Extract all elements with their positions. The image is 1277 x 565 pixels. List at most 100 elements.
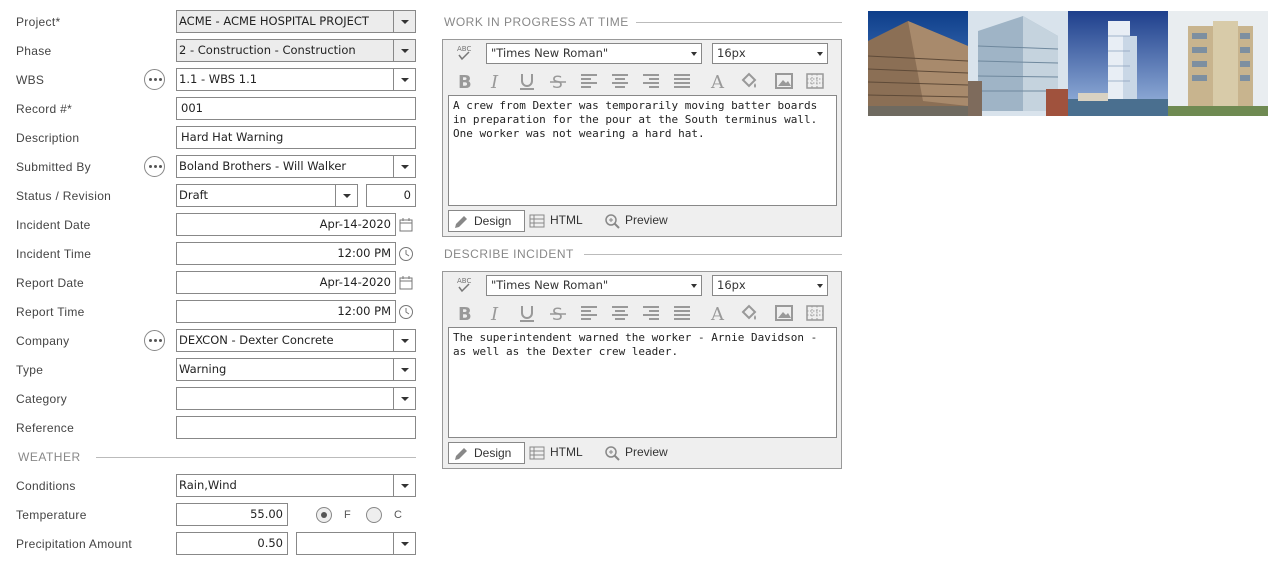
underline-icon[interactable] (517, 71, 537, 91)
chevron-down-icon[interactable] (393, 359, 415, 380)
chevron-down-icon[interactable] (335, 185, 357, 206)
report-date-label: Report Date (16, 276, 84, 290)
zoom-icon (605, 214, 620, 229)
celsius-radio[interactable] (366, 507, 382, 523)
clock-icon[interactable] (398, 246, 414, 262)
weather-divider (96, 457, 416, 458)
align-right-icon[interactable] (641, 303, 661, 323)
project-select[interactable]: ACME - ACME HOSPITAL PROJECT (176, 10, 416, 33)
description-input[interactable]: Hard Hat Warning (176, 126, 416, 149)
font-family-select[interactable]: "Times New Roman" (486, 275, 702, 296)
submitted-by-label: Submitted By (16, 160, 91, 174)
align-right-icon[interactable] (641, 71, 661, 91)
work-in-progress-text[interactable]: A crew from Dexter was temporarily movin… (448, 95, 837, 206)
justify-icon[interactable] (672, 71, 692, 91)
fill-color-icon[interactable] (739, 303, 759, 323)
calendar-icon[interactable] (398, 275, 414, 291)
work-in-progress-divider (636, 22, 842, 23)
incident-time-input[interactable]: 12:00 PM (176, 242, 396, 265)
design-tab[interactable]: Design (448, 442, 525, 464)
incident-date-label: Incident Date (16, 218, 91, 232)
work-in-progress-title: WORK IN PROGRESS AT TIME (444, 15, 629, 29)
conditions-value: Rain,Wind (179, 478, 237, 492)
building-photo-4 (1168, 11, 1268, 116)
building-photo-3 (1068, 11, 1168, 116)
chevron-down-icon[interactable] (393, 533, 415, 554)
design-tab[interactable]: Design (448, 210, 525, 232)
work-in-progress-editor: ABC "Times New Roman" 16px B I S A A cre… (442, 39, 842, 237)
image-icon[interactable] (774, 71, 794, 91)
report-time-label: Report Time (16, 305, 85, 319)
pencil-icon (455, 448, 467, 460)
precipitation-input[interactable]: 0.50 (176, 532, 288, 555)
report-time-input[interactable]: 12:00 PM (176, 300, 396, 323)
chevron-down-icon[interactable] (393, 40, 415, 61)
font-family-select[interactable]: "Times New Roman" (486, 43, 702, 64)
record-input[interactable]: 001 (176, 97, 416, 120)
fahrenheit-radio[interactable] (316, 507, 332, 523)
building-photo-2 (968, 11, 1068, 116)
incident-date-input[interactable]: Apr-14-2020 (176, 213, 396, 236)
font-color-icon[interactable]: A (708, 303, 728, 323)
font-size-select[interactable]: 16px (712, 43, 828, 64)
table-icon[interactable] (805, 71, 825, 91)
type-select[interactable]: Warning (176, 358, 416, 381)
wbs-select[interactable]: 1.1 - WBS 1.1 (176, 68, 416, 91)
record-label: Record #* (16, 102, 73, 116)
align-left-icon[interactable] (579, 303, 599, 323)
submitted-by-lookup-button[interactable] (144, 156, 165, 177)
align-left-icon[interactable] (579, 71, 599, 91)
italic-icon[interactable]: I (486, 71, 506, 91)
grid-icon (529, 446, 545, 460)
preview-tab[interactable]: Preview (604, 210, 684, 232)
category-select[interactable] (176, 387, 416, 410)
image-icon[interactable] (774, 303, 794, 323)
preview-label: Preview (625, 213, 668, 227)
building-photo-1 (868, 11, 968, 116)
type-label: Type (16, 363, 44, 377)
table-icon[interactable] (805, 303, 825, 323)
preview-tab[interactable]: Preview (604, 442, 684, 464)
underline-icon[interactable] (517, 303, 537, 323)
chevron-down-icon[interactable] (393, 330, 415, 351)
font-color-icon[interactable]: A (708, 71, 728, 91)
chevron-down-icon[interactable] (393, 156, 415, 177)
reference-input[interactable] (176, 416, 416, 439)
conditions-select[interactable]: Rain,Wind (176, 474, 416, 497)
html-tab[interactable]: HTML (529, 210, 599, 232)
status-select[interactable]: Draft (176, 184, 358, 207)
revision-input[interactable]: 0 (366, 184, 416, 207)
chevron-down-icon[interactable] (393, 11, 415, 32)
calendar-icon[interactable] (398, 217, 414, 233)
chevron-down-icon[interactable] (393, 475, 415, 496)
justify-icon[interactable] (672, 303, 692, 323)
status-label: Status / Revision (16, 189, 112, 203)
align-center-icon[interactable] (610, 303, 630, 323)
wbs-lookup-button[interactable] (144, 69, 165, 90)
strikethrough-icon[interactable]: S (548, 303, 568, 323)
chevron-down-icon[interactable] (393, 388, 415, 409)
company-select[interactable]: DEXCON - Dexter Concrete (176, 329, 416, 352)
italic-icon[interactable]: I (486, 303, 506, 323)
strikethrough-icon[interactable]: S (548, 71, 568, 91)
html-label: HTML (550, 445, 583, 459)
precipitation-unit-select[interactable] (296, 532, 416, 555)
html-tab[interactable]: HTML (529, 442, 599, 464)
bold-icon[interactable]: B (455, 303, 475, 323)
spellcheck-icon[interactable]: ABC (456, 276, 472, 294)
clock-icon[interactable] (398, 304, 414, 320)
svg-text:I: I (490, 304, 499, 323)
company-lookup-button[interactable] (144, 330, 165, 351)
chevron-down-icon[interactable] (393, 69, 415, 90)
submitted-by-select[interactable]: Boland Brothers - Will Walker (176, 155, 416, 178)
describe-incident-text[interactable]: The superintendent warned the worker - A… (448, 327, 837, 438)
bold-icon[interactable]: B (455, 71, 475, 91)
phase-select[interactable]: 2 - Construction - Construction (176, 39, 416, 62)
report-date-input[interactable]: Apr-14-2020 (176, 271, 396, 294)
spellcheck-icon[interactable]: ABC (456, 44, 472, 62)
fill-color-icon[interactable] (739, 71, 759, 91)
phase-label: Phase (16, 44, 52, 58)
align-center-icon[interactable] (610, 71, 630, 91)
font-size-select[interactable]: 16px (712, 275, 828, 296)
temperature-input[interactable]: 55.00 (176, 503, 288, 526)
